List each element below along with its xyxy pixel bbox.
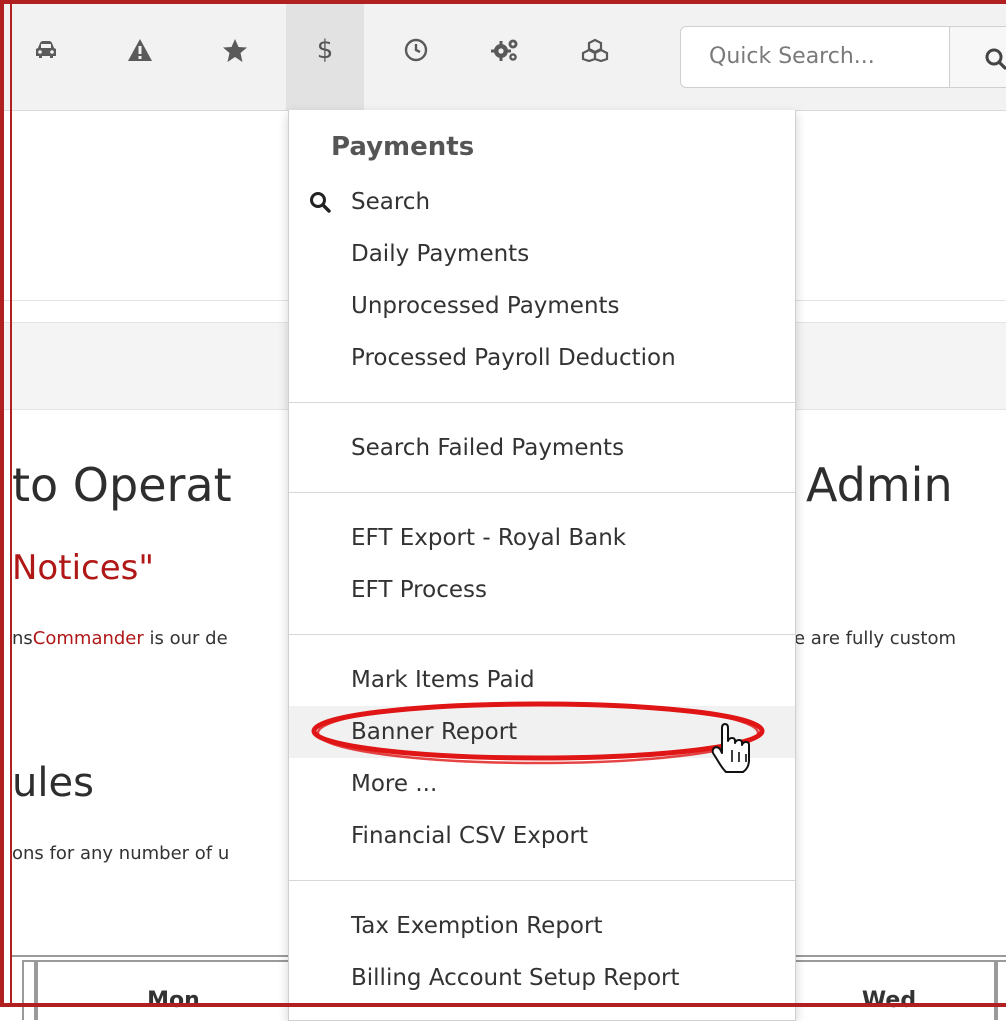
- quick-search-button[interactable]: [949, 26, 1006, 88]
- quick-search-box[interactable]: [680, 26, 950, 88]
- search-icon: [985, 48, 1006, 70]
- menu-divider: [289, 492, 795, 493]
- menu-item-mark-items-paid[interactable]: Mark Items Paid: [289, 654, 795, 706]
- intro-text: nsCommander is our de: [12, 628, 228, 649]
- intro-mid: is our de: [143, 628, 228, 649]
- menu-item-daily-payments[interactable]: Daily Payments: [289, 228, 795, 280]
- menu-item-financial-csv-export[interactable]: Financial CSV Export: [289, 810, 795, 862]
- menu-item-tax-exemption-report[interactable]: Tax Exemption Report: [289, 900, 795, 952]
- menu-item-unprocessed-payments[interactable]: Unprocessed Payments: [289, 280, 795, 332]
- commander-link[interactable]: Commander: [33, 628, 144, 649]
- modules-description: ons for any number of u: [12, 843, 230, 864]
- calendar-day-mon: Mon: [36, 960, 311, 1020]
- star-icon[interactable]: [215, 30, 255, 70]
- welcome-heading-right: Admin: [806, 458, 953, 512]
- calendar-edge-cell: [22, 960, 36, 1020]
- menu-divider: [289, 880, 795, 881]
- menu-item-search-failed-payments[interactable]: Search Failed Payments: [289, 422, 795, 474]
- quick-search-input[interactable]: [707, 43, 941, 70]
- menu-divider: [289, 634, 795, 635]
- menu-item-label: Search: [351, 189, 431, 215]
- cogs-icon[interactable]: [485, 30, 525, 70]
- dollar-icon[interactable]: $: [305, 30, 345, 70]
- calendar-edge-cell-right: [996, 960, 1006, 1020]
- car-icon[interactable]: [26, 30, 66, 70]
- top-toolbar: $: [0, 0, 1006, 111]
- menu-item-more[interactable]: More ...: [289, 758, 795, 810]
- welcome-heading: to Operat: [12, 458, 232, 512]
- menu-item-processed-payroll-deduction[interactable]: Processed Payroll Deduction: [289, 332, 795, 384]
- menu-item-eft-export-royal-bank[interactable]: EFT Export - Royal Bank: [289, 512, 795, 564]
- modules-heading: ules: [12, 760, 94, 806]
- calendar-day-wed: Wed: [782, 960, 996, 1020]
- cubes-icon[interactable]: [575, 30, 615, 70]
- search-icon: [310, 192, 331, 213]
- payments-menu-header: Payments: [331, 132, 475, 162]
- window-frame-inner-edge: [10, 0, 12, 1007]
- intro-text-right: e are fully custom: [794, 628, 957, 649]
- clock-icon[interactable]: [396, 30, 436, 70]
- payments-dropdown-menu: Payments Search Daily Payments Unprocess…: [288, 110, 796, 1021]
- warning-icon[interactable]: [120, 30, 160, 70]
- notices-title: Notices": [12, 548, 154, 588]
- menu-divider: [289, 402, 795, 403]
- menu-item-banner-report[interactable]: Banner Report: [289, 706, 795, 758]
- menu-item-eft-process[interactable]: EFT Process: [289, 564, 795, 616]
- menu-item-search[interactable]: Search: [289, 176, 795, 228]
- intro-prefix: ns: [12, 628, 33, 649]
- dollar-symbol: $: [316, 35, 334, 65]
- menu-item-billing-account-setup-report[interactable]: Billing Account Setup Report: [289, 952, 795, 1004]
